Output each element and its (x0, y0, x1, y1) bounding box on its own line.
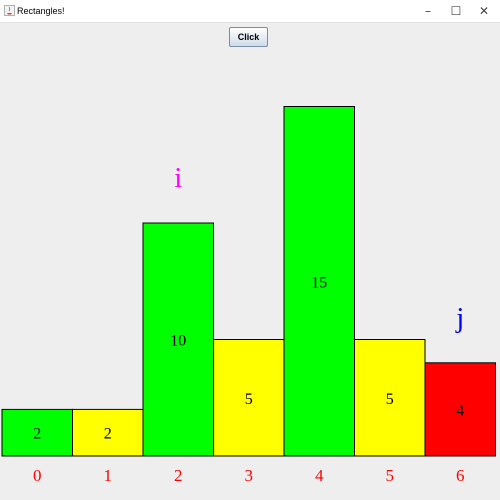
bar-1 (72, 408, 144, 457)
pointer-j-marker: j (455, 302, 464, 334)
pointer-i-marker: i (174, 162, 182, 194)
bar-4 (283, 106, 355, 457)
bar-6 (424, 362, 496, 457)
index-label: 2 (174, 466, 183, 485)
index-label: 6 (456, 466, 465, 485)
bar-2 (142, 222, 214, 457)
index-label: 0 (33, 466, 42, 485)
index-label: 5 (386, 466, 395, 485)
title-bar: Rectangles! – ☐ ✕ (0, 0, 500, 23)
bar-3 (213, 339, 285, 457)
rectangles-canvas: 2021102531545546ij (1, 106, 496, 485)
maximize-button[interactable]: ☐ (441, 0, 471, 23)
index-label: 4 (315, 466, 324, 485)
close-button[interactable]: ✕ (469, 0, 499, 23)
minimize-button[interactable]: – (413, 0, 443, 23)
bar-0 (1, 408, 73, 457)
java-app-icon (4, 5, 15, 16)
window-title: Rectangles! (17, 6, 65, 16)
index-label: 3 (245, 466, 254, 485)
bar-5 (354, 339, 426, 457)
index-label: 1 (104, 466, 113, 485)
click-button[interactable]: Click (229, 27, 268, 47)
